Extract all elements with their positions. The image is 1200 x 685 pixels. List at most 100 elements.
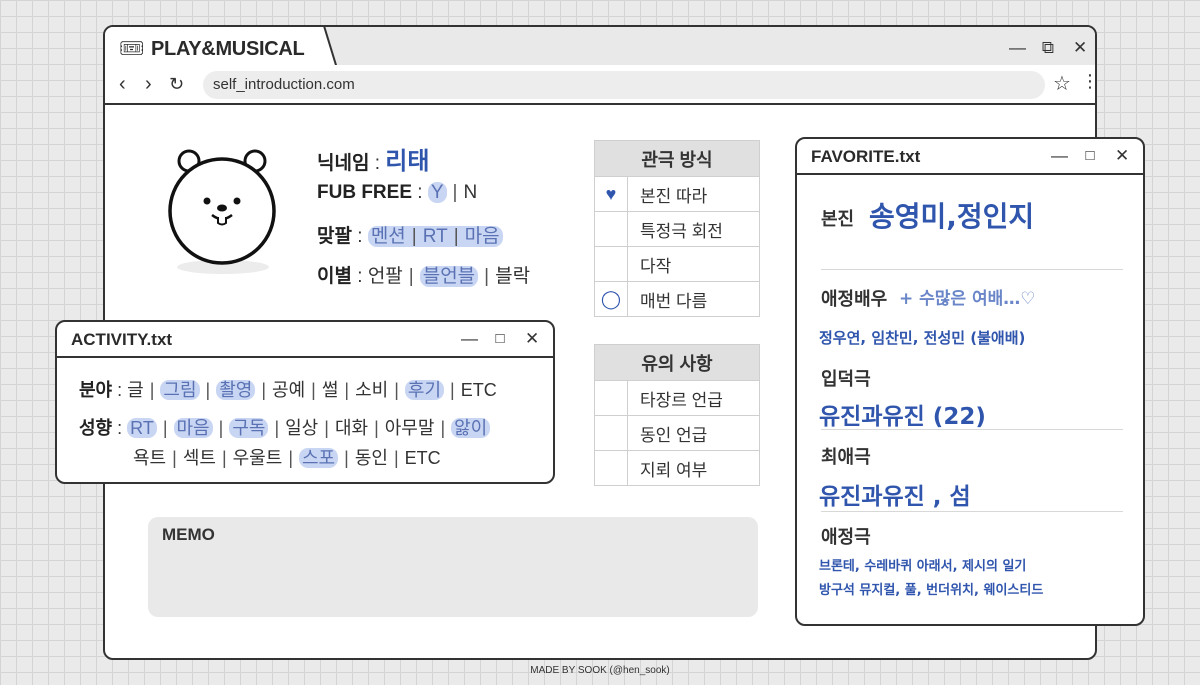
caution-option: 지뢰 여부 [627,450,760,486]
favorite-title: FAVORITE.txt [811,147,921,166]
tendency-label: 성향 [79,418,113,438]
fubfree-label: FUB FREE [317,182,412,203]
restore-button[interactable]: □ [1083,148,1097,163]
mark-cell [594,211,628,247]
favorite-window: FAVORITE.txt — □ ✕ 본진 송영미,정인지 애정배우 + 수많은… [795,137,1145,626]
parting-row: 이별 : 언팔 | 블언블 | 블락 [317,266,531,287]
caution-option: 동인 언급 [627,415,760,451]
fav-actor-note: + 수많은 여배…♡ [899,289,1036,309]
close-button[interactable]: ✕ [1115,147,1129,164]
table-row: ♥ 본진 따라 [594,176,760,212]
table-row: ◯ 매번 다름 [594,281,760,317]
follow-option: RT [422,226,448,247]
kebab-menu-icon[interactable]: ⋮ [1081,71,1095,92]
credit-text: MADE BY SOOK (@hen_sook) [530,665,670,676]
tendency-item: 마음 [173,418,213,438]
field-item: 공예 [272,380,306,400]
nickname-label: 닉네임 [317,153,370,174]
nickname-value: 리태 [385,147,430,175]
tendency-item: 아무말 [384,418,435,438]
field-item: 썰 [321,380,339,400]
caution-header: 유의 사항 [594,344,760,381]
parting-option: 블락 [495,266,531,287]
entry-value: 유진과유진 (22) [819,404,986,430]
main-value: 송영미,정인지 [869,200,1035,233]
follow-option: 멘션 [370,226,406,247]
table-row: 지뢰 여부 [594,450,760,486]
close-button[interactable]: ✕ [525,330,539,347]
window-controls: — □ ✕ [461,330,539,347]
fav-actor-list: 정우연, 임찬민, 전성민 (불애배) [819,329,1026,347]
viewing-option: 매번 다름 [627,281,760,317]
follow-label: 맞팔 [317,226,352,247]
loved-line: 방구석 뮤지컬, 풀, 번더위치, 웨이스티드 [819,583,1044,598]
nickname-row: 닉네임 : 리태 [317,147,430,175]
tendency-item: ETC [404,448,441,468]
bear-avatar [168,149,276,274]
mark-cell [594,246,628,282]
reload-icon[interactable]: ↻ [169,74,184,95]
tendency-item: 구독 [229,418,269,438]
field-item: 촬영 [216,380,256,400]
favorite-titlebar: FAVORITE.txt — □ ✕ [797,139,1143,175]
restore-button[interactable]: □ [493,331,507,346]
field-item: 글 [127,380,144,400]
address-bar: ‹ › ↻ self_introduction.com ☆ ⋮ [105,65,1095,105]
minimize-button[interactable]: — [1051,147,1068,164]
tendency-item: 일상 [285,418,319,438]
parting-option: 언팔 [367,266,403,287]
tendency-item: 스포 [299,448,339,468]
mark-cell [594,415,628,451]
field-item: 그림 [160,380,200,400]
star-icon[interactable]: ☆ [1053,71,1071,96]
viewing-option: 다작 [627,246,760,282]
browser-tab[interactable]: 🎟 PLAY&MUSICAL [105,27,337,67]
chevron-right-icon[interactable]: › [145,73,152,96]
tendency-item: RT [127,418,157,438]
divider [821,429,1123,430]
fubfree-row: FUB FREE : Y | N [317,182,478,203]
chevron-left-icon[interactable]: ‹ [119,73,126,96]
fav-actor-label: 애정배우 [821,289,888,309]
viewing-option: 본진 따라 [627,176,760,212]
activity-titlebar: ACTIVITY.txt — □ ✕ [57,322,553,358]
field-item: 후기 [404,380,445,400]
divider [821,269,1123,270]
main-label: 본진 [821,209,855,229]
tendency-row: 성향 : RT | 마음 | 구독 | 일상 | 대화 | 아무말 | 앓이 [79,414,491,440]
minimize-button[interactable]: — [461,330,478,347]
table-row: 특정극 회전 [594,211,760,247]
field-item: ETC [460,380,497,400]
activity-window: ACTIVITY.txt — □ ✕ 분야 : 글 | 그림 | 촬영 | 공예 | 썰 | 소비 |… [55,320,555,484]
heart-icon: ♥ [594,176,628,212]
viewing-table: 관극 방식 ♥ 본진 따라 특정극 회전 다작 ◯ 매번 다름 [594,140,760,317]
url-input[interactable]: self_introduction.com [203,71,1045,99]
tendency-item: 동인 [354,448,388,468]
tendency-item: 앓이 [451,418,491,438]
caution-table: 유의 사항 타장르 언급 동인 언급 지뢰 여부 [594,344,760,486]
entry-label: 입덕극 [821,369,871,389]
close-button[interactable]: ✕ [1073,39,1087,56]
follow-options: 멘션 | RT | 마음 [367,226,503,247]
caution-option: 타장르 언급 [627,380,760,416]
parting-option: 블언블 [419,266,479,287]
fubfree-n: N [463,182,478,203]
field-item: 소비 [355,380,389,400]
tendency-item: 우울트 [232,448,283,468]
ticket-icon: 🎟 [119,38,145,60]
minimize-button[interactable]: — [1009,39,1026,56]
best-label: 최애극 [821,447,871,467]
follow-option: 마음 [464,226,500,247]
memo-title: MEMO [162,525,215,544]
loved-label: 애정극 [821,527,871,547]
field-row: 분야 : 글 | 그림 | 촬영 | 공예 | 썰 | 소비 | 후기 | ETC [79,380,497,400]
table-row: 타장르 언급 [594,380,760,416]
memo-box[interactable]: MEMO [148,517,758,617]
restore-button[interactable]: ⧉ [1041,39,1055,56]
mark-cell [594,450,628,486]
tendency-item: 섹트 [182,448,216,468]
activity-title: ACTIVITY.txt [71,330,173,349]
parting-label: 이별 [317,266,352,287]
follow-row: 맞팔 : 멘션 | RT | 마음 [317,221,503,248]
window-controls: — ⧉ ✕ [1009,39,1087,56]
